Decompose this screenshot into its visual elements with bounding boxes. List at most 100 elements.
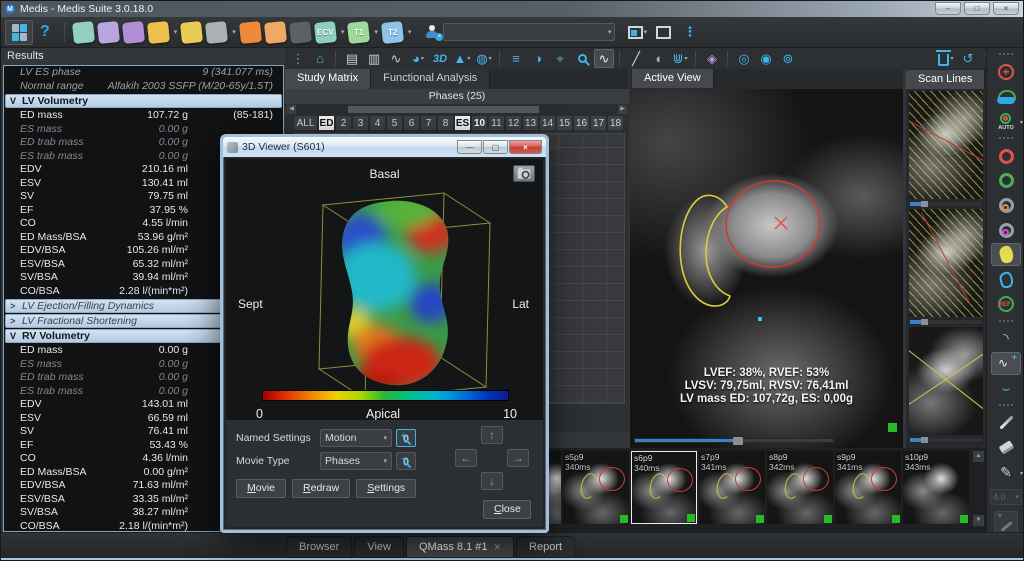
qflow-view-icon[interactable]: ◕▾ <box>408 49 428 68</box>
phase-slider[interactable] <box>634 438 834 443</box>
tab-study-matrix[interactable]: Study Matrix <box>285 69 371 89</box>
3d-viewport[interactable]: Basal Sept Lat 0 Apical 10 <box>226 159 543 427</box>
tab-browser[interactable]: Browser <box>286 536 352 558</box>
pull-contour-icon[interactable]: ⌣ <box>991 377 1021 400</box>
overflow-icon[interactable]: ⋮ <box>288 49 308 68</box>
movie-button[interactable]: Movie <box>236 479 286 498</box>
scroll-right-icon[interactable]: ▶ <box>618 105 627 114</box>
dropdown-caret-icon[interactable]: ▾ <box>174 28 178 36</box>
layers-icon[interactable]: ≡ <box>506 49 526 68</box>
phase-cell[interactable]: 16 <box>573 115 590 131</box>
dialog-title-bar[interactable]: 3D Viewer (S601) — ▢ × <box>223 137 546 157</box>
edit-spline-icon[interactable]: ∿ <box>991 352 1021 375</box>
roi-yellow-icon[interactable] <box>991 243 1021 266</box>
maximize-button[interactable]: □ <box>964 2 990 15</box>
series-thumbnail[interactable]: s9p9341ms <box>835 451 901 524</box>
3d-viewer-dialog[interactable]: 3D Viewer (S601) — ▢ × <box>220 134 549 533</box>
tab-scan-lines[interactable]: Scan Lines <box>906 70 985 89</box>
scanline-thumbnail[interactable] <box>909 91 983 199</box>
app-tile-6[interactable] <box>205 20 228 43</box>
auto-contour-icon[interactable] <box>991 86 1021 109</box>
rotate-down-button[interactable]: ↓ <box>481 472 503 490</box>
scanline-thumbnail[interactable] <box>909 327 983 435</box>
rv-epi-icon[interactable] <box>991 219 1021 242</box>
eraser-icon[interactable] <box>991 436 1021 459</box>
section-header[interactable]: VLV Volumetry <box>5 94 282 108</box>
roi-blue-icon[interactable] <box>991 268 1021 291</box>
section-toggle-icon[interactable]: V <box>10 95 22 108</box>
phase-cell[interactable]: 17 <box>590 115 607 131</box>
report-icon[interactable]: ▤ <box>342 49 362 68</box>
dialog-snapshot-button[interactable] <box>513 165 535 182</box>
tab-functional-analysis[interactable]: Functional Analysis <box>371 69 490 89</box>
zoom-tool-icon[interactable] <box>572 49 592 68</box>
zoom-in-button[interactable] <box>396 429 416 447</box>
auto-detect-icon[interactable]: AUTO▾ <box>991 110 1021 133</box>
close-tab-icon[interactable]: ✕ <box>493 537 501 558</box>
bean-contour-icon[interactable]: ◖ <box>648 49 668 68</box>
app-tile-8[interactable] <box>264 20 287 43</box>
dialog-minimize-button[interactable]: — <box>457 140 482 154</box>
series-thumbnail[interactable]: s8p9342ms <box>767 451 833 524</box>
scanline-slider[interactable] <box>909 437 983 443</box>
dropdown-caret-icon[interactable]: ▾ <box>408 28 412 36</box>
phase-cell[interactable]: 12 <box>505 115 522 131</box>
phase-cell[interactable]: 7 <box>420 115 437 131</box>
phase-cell[interactable]: 18 <box>607 115 624 131</box>
filmstrip-icon[interactable]: ▥ <box>364 49 384 68</box>
phase-cell[interactable]: 4 <box>369 115 386 131</box>
phase-cell[interactable]: 8 <box>437 115 454 131</box>
draw-tool-icon[interactable]: ✎▾ <box>991 461 1021 484</box>
ref-contour-icon[interactable]: REF <box>991 293 1021 316</box>
layout-toggle-button[interactable] <box>5 20 33 45</box>
redraw-button[interactable]: Redraw <box>292 479 350 498</box>
signal-curve-icon[interactable]: ∿ <box>386 49 406 68</box>
add-contour-icon[interactable]: + <box>991 61 1021 84</box>
movie-type-select[interactable]: Phases▾ <box>320 452 392 470</box>
view-3d-icon[interactable]: 3D <box>430 49 450 68</box>
phase-cell[interactable]: ES <box>454 115 471 131</box>
app-tile-3[interactable] <box>122 20 145 43</box>
overflow-menu-icon[interactable]: ⋮ <box>683 24 696 40</box>
phase-cell[interactable]: 2 <box>335 115 352 131</box>
app-tile-t2[interactable]: T2 <box>381 20 404 43</box>
section-toggle-icon[interactable]: > <box>10 315 22 328</box>
phase-cell[interactable]: 13 <box>522 115 539 131</box>
zoom-out-button[interactable] <box>396 452 416 470</box>
window-level-icon[interactable]: ◑ <box>528 49 548 68</box>
close-button[interactable]: × <box>993 2 1019 15</box>
minimize-button[interactable]: – <box>935 2 961 15</box>
phase-cell[interactable]: 6 <box>403 115 420 131</box>
tab-view[interactable]: View <box>354 536 404 558</box>
pan-icon[interactable]: ⌖ <box>550 49 570 68</box>
close-dialog-button[interactable]: Close <box>483 500 531 519</box>
curves-icon[interactable]: ⋓▾ <box>670 49 690 68</box>
patient-combo[interactable]: ▾ <box>443 23 615 41</box>
draw-line-icon[interactable]: ╱ <box>626 49 646 68</box>
target-epi-icon[interactable]: ◉ <box>756 49 776 68</box>
dropdown-caret-icon[interactable]: ▾ <box>374 28 378 36</box>
lv-epi-icon[interactable] <box>991 169 1021 192</box>
delete-icon[interactable]: ▾ <box>936 49 956 68</box>
phase-cell[interactable]: 11 <box>488 115 505 131</box>
shield-icon[interactable]: ◈ <box>702 49 722 68</box>
phases-scrollbar[interactable]: ◀ ▶ <box>287 105 627 114</box>
settings-button[interactable]: Settings <box>356 479 416 498</box>
scroll-up-icon[interactable]: ▲ <box>973 451 984 462</box>
app-tile-7[interactable] <box>239 20 262 43</box>
app-tile-t1[interactable]: T1 <box>347 20 370 43</box>
scanline-thumbnail[interactable] <box>909 209 983 317</box>
rv-endo-icon[interactable] <box>991 194 1021 217</box>
section-toggle-icon[interactable]: > <box>10 300 22 313</box>
scrollbar-thumb[interactable] <box>348 106 538 113</box>
contour-edit-icon[interactable]: ∿ <box>594 49 614 68</box>
reset-view-icon[interactable]: ⌂ <box>310 49 330 68</box>
undo-icon[interactable]: ↺ <box>958 49 978 68</box>
help-icon[interactable]: ? <box>40 23 50 41</box>
phase-cell[interactable]: ED <box>318 115 335 131</box>
mri-image[interactable]: LVEF: 38%, RVEF: 53%LVSV: 79,75ml, RVSV:… <box>630 89 903 448</box>
target-endo-icon[interactable]: ◎ <box>734 49 754 68</box>
phase-cell[interactable]: 10 <box>471 115 488 131</box>
section-toggle-icon[interactable]: V <box>10 330 22 343</box>
named-settings-select[interactable]: Motion▾ <box>320 429 392 447</box>
